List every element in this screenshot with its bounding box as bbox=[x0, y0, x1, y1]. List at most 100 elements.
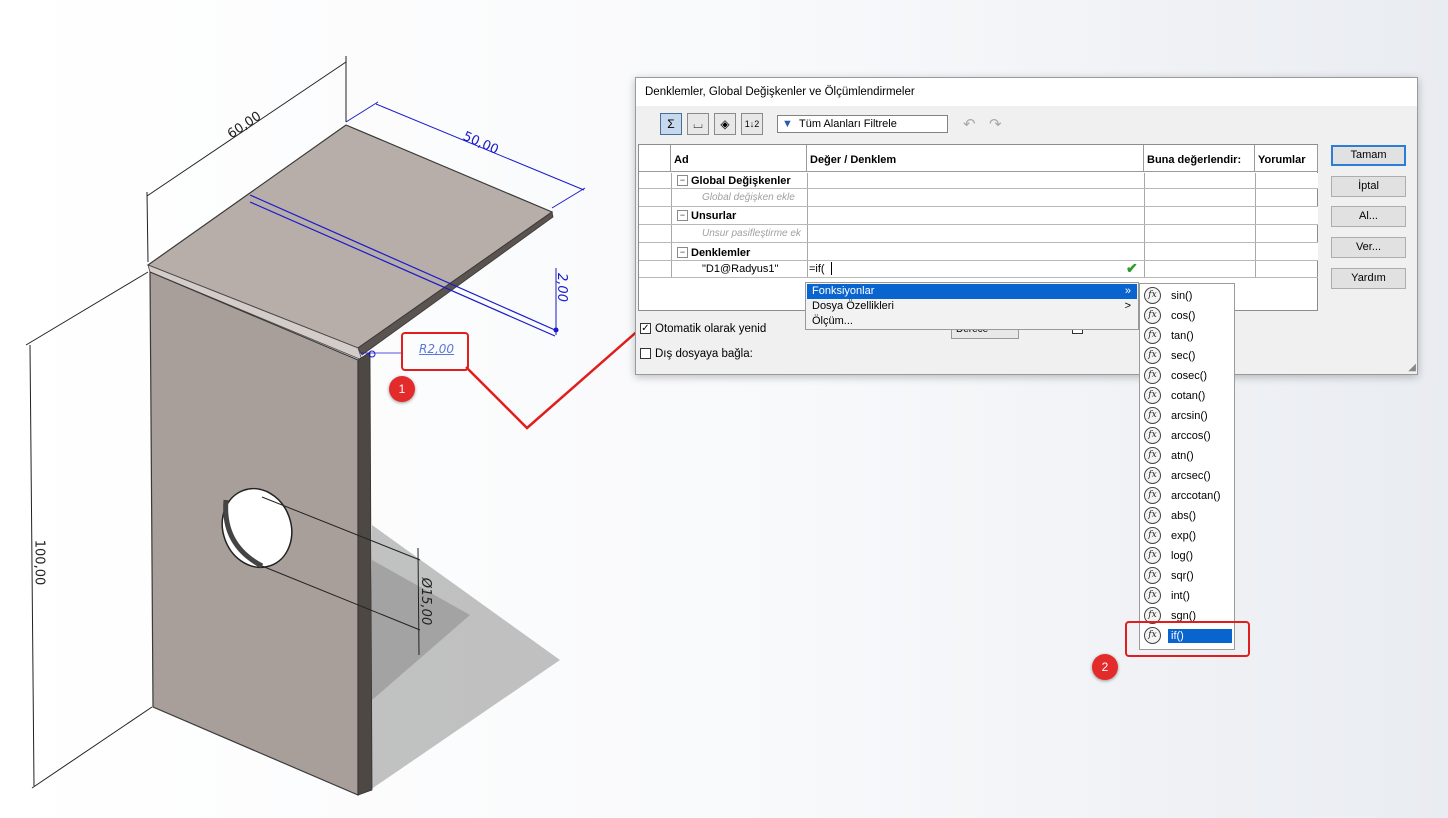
equation-row[interactable]: "D1@Radyus1" =if( ✔ bbox=[639, 260, 1318, 278]
function-item-tan[interactable]: fx tan() bbox=[1142, 326, 1234, 346]
function-icon: fx bbox=[1144, 487, 1161, 504]
ordered-view-icon[interactable]: 1↓2 bbox=[741, 113, 763, 135]
badge-1: 1 bbox=[389, 376, 415, 402]
menu-item-file-properties[interactable]: Dosya Özellikleri > bbox=[807, 299, 1137, 314]
hint-text: Unsur pasifleştirme ek bbox=[702, 228, 801, 239]
function-icon: fx bbox=[1144, 307, 1161, 324]
section-global-variables[interactable]: − Global Değişkenler bbox=[639, 173, 1318, 189]
highlight-if-function bbox=[1125, 621, 1250, 657]
function-icon: fx bbox=[1144, 507, 1161, 524]
submenu-arrow-icon: > bbox=[1124, 300, 1131, 312]
highlight-radius bbox=[401, 332, 469, 371]
collapse-icon[interactable]: − bbox=[677, 247, 688, 258]
collapse-icon[interactable]: − bbox=[677, 175, 688, 186]
redo-icon[interactable]: ↷ bbox=[989, 115, 1002, 133]
hint-text: Global değişken ekle bbox=[702, 192, 795, 203]
section-features[interactable]: − Unsurlar bbox=[639, 207, 1318, 225]
equation-name: "D1@Radyus1" bbox=[702, 263, 779, 275]
function-icon: fx bbox=[1144, 527, 1161, 544]
section-label: Denklemler bbox=[691, 247, 751, 259]
function-item-cotan[interactable]: fx cotan() bbox=[1142, 386, 1234, 406]
title-bar: Denklemler, Global Değişkenler ve Ölçüml… bbox=[636, 78, 1417, 106]
link-external-label: Dış dosyaya bağla: bbox=[655, 348, 753, 360]
header-value: Değer / Denklem bbox=[807, 145, 1144, 172]
dim-hole-label[interactable]: Ø15,00 bbox=[418, 578, 433, 625]
dim50-ext2 bbox=[551, 187, 586, 209]
header-name: Ad bbox=[671, 145, 807, 172]
function-item-cosec[interactable]: fx cosec() bbox=[1142, 366, 1234, 386]
header-evaluates: Buna değerlendir: bbox=[1144, 145, 1255, 172]
function-icon: fx bbox=[1144, 587, 1161, 604]
dim-2-label[interactable]: 2,00 bbox=[554, 273, 569, 302]
menu-item-functions[interactable]: Fonksiyonlar » bbox=[807, 284, 1137, 299]
check-icon[interactable]: ✔ bbox=[1126, 260, 1138, 277]
row-add-global-variable[interactable]: Global değişken ekle bbox=[639, 189, 1318, 207]
function-item-log[interactable]: fx log() bbox=[1142, 546, 1234, 566]
function-item-arcsec[interactable]: fx arcsec() bbox=[1142, 466, 1234, 486]
auto-rebuild-label: Otomatik olarak yenid bbox=[655, 323, 767, 335]
dialog-title: Denklemler, Global Değişkenler ve Ölçüml… bbox=[645, 86, 915, 98]
filter-text: Tüm Alanları Filtrele bbox=[799, 118, 897, 130]
dim50-ext1 bbox=[345, 101, 379, 123]
header-blank bbox=[639, 145, 671, 172]
menu-label: Ölçüm... bbox=[812, 315, 853, 327]
menu-item-measure[interactable]: Ölçüm... bbox=[807, 314, 1137, 329]
function-item-sec[interactable]: fx sec() bbox=[1142, 346, 1234, 366]
menu-label: Dosya Özellikleri bbox=[812, 300, 894, 312]
function-icon: fx bbox=[1144, 367, 1161, 384]
row-add-feature-suppression[interactable]: Unsur pasifleştirme ek bbox=[639, 225, 1318, 243]
function-item-exp[interactable]: fx exp() bbox=[1142, 526, 1234, 546]
function-icon: fx bbox=[1144, 287, 1161, 304]
auto-rebuild-checkbox[interactable]: ✓ bbox=[640, 323, 651, 334]
header-comments: Yorumlar bbox=[1255, 145, 1318, 172]
badge-2: 2 bbox=[1092, 654, 1118, 680]
dependency-view-icon[interactable]: ◈ bbox=[714, 113, 736, 135]
equation-value-input[interactable]: =if( bbox=[809, 263, 825, 275]
collapse-icon[interactable]: − bbox=[677, 210, 688, 221]
function-icon: fx bbox=[1144, 567, 1161, 584]
equations-dialog: Denklemler, Global Değişkenler ve Ölçüml… bbox=[635, 77, 1418, 375]
dim-100-label[interactable]: 100,00 bbox=[31, 540, 46, 586]
equation-view-icon[interactable]: Σ bbox=[660, 113, 682, 135]
function-item-arccotan[interactable]: fx arccotan() bbox=[1142, 486, 1234, 506]
function-item-sin[interactable]: fx sin() bbox=[1142, 286, 1234, 306]
function-item-abs[interactable]: fx abs() bbox=[1142, 506, 1234, 526]
help-button[interactable]: Yardım bbox=[1331, 268, 1406, 289]
function-icon: fx bbox=[1144, 347, 1161, 364]
front-edge bbox=[357, 351, 373, 796]
filter-input[interactable]: ▼ Tüm Alanları Filtrele bbox=[777, 115, 948, 133]
section-label: Unsurlar bbox=[691, 210, 737, 222]
function-icon: fx bbox=[1144, 407, 1161, 424]
functions-submenu: fx sin() fx cos() fx tan() fx sec() fx cosec(… bbox=[1139, 283, 1235, 650]
function-icon: fx bbox=[1144, 467, 1161, 484]
function-icon: fx bbox=[1144, 427, 1161, 444]
section-equations[interactable]: − Denklemler bbox=[639, 243, 1318, 261]
submenu-arrow-icon: » bbox=[1124, 285, 1131, 297]
function-icon: fx bbox=[1144, 447, 1161, 464]
menu-label: Fonksiyonlar bbox=[812, 285, 875, 297]
ok-button[interactable]: Tamam bbox=[1331, 145, 1406, 166]
cancel-button[interactable]: İptal bbox=[1331, 176, 1406, 197]
function-item-arccos[interactable]: fx arccos() bbox=[1142, 426, 1234, 446]
function-item-arcsin[interactable]: fx arcsin() bbox=[1142, 406, 1234, 426]
import-button[interactable]: Al... bbox=[1331, 206, 1406, 227]
function-item-atn[interactable]: fx atn() bbox=[1142, 446, 1234, 466]
section-label: Global Değişkenler bbox=[691, 175, 791, 187]
export-button[interactable]: Ver... bbox=[1331, 237, 1406, 258]
function-item-sqr[interactable]: fx sqr() bbox=[1142, 566, 1234, 586]
function-icon: fx bbox=[1144, 387, 1161, 404]
link-external-checkbox[interactable] bbox=[640, 348, 651, 359]
dim100-ext1 bbox=[25, 271, 149, 346]
sketch-view-icon[interactable]: ⌴ bbox=[687, 113, 709, 135]
dim100-ext2 bbox=[31, 706, 153, 789]
function-icon: fx bbox=[1144, 327, 1161, 344]
function-icon: fx bbox=[1144, 547, 1161, 564]
context-menu: Fonksiyonlar » Dosya Özellikleri > Ölçüm… bbox=[805, 282, 1139, 330]
dim60-ext1 bbox=[146, 191, 149, 263]
text-cursor bbox=[831, 262, 832, 275]
function-item-cos[interactable]: fx cos() bbox=[1142, 306, 1234, 326]
filter-icon: ▼ bbox=[782, 118, 793, 130]
undo-icon[interactable]: ↶ bbox=[963, 115, 976, 133]
resize-grip-icon[interactable]: ◢ bbox=[1408, 362, 1416, 373]
function-item-int[interactable]: fx int() bbox=[1142, 586, 1234, 606]
